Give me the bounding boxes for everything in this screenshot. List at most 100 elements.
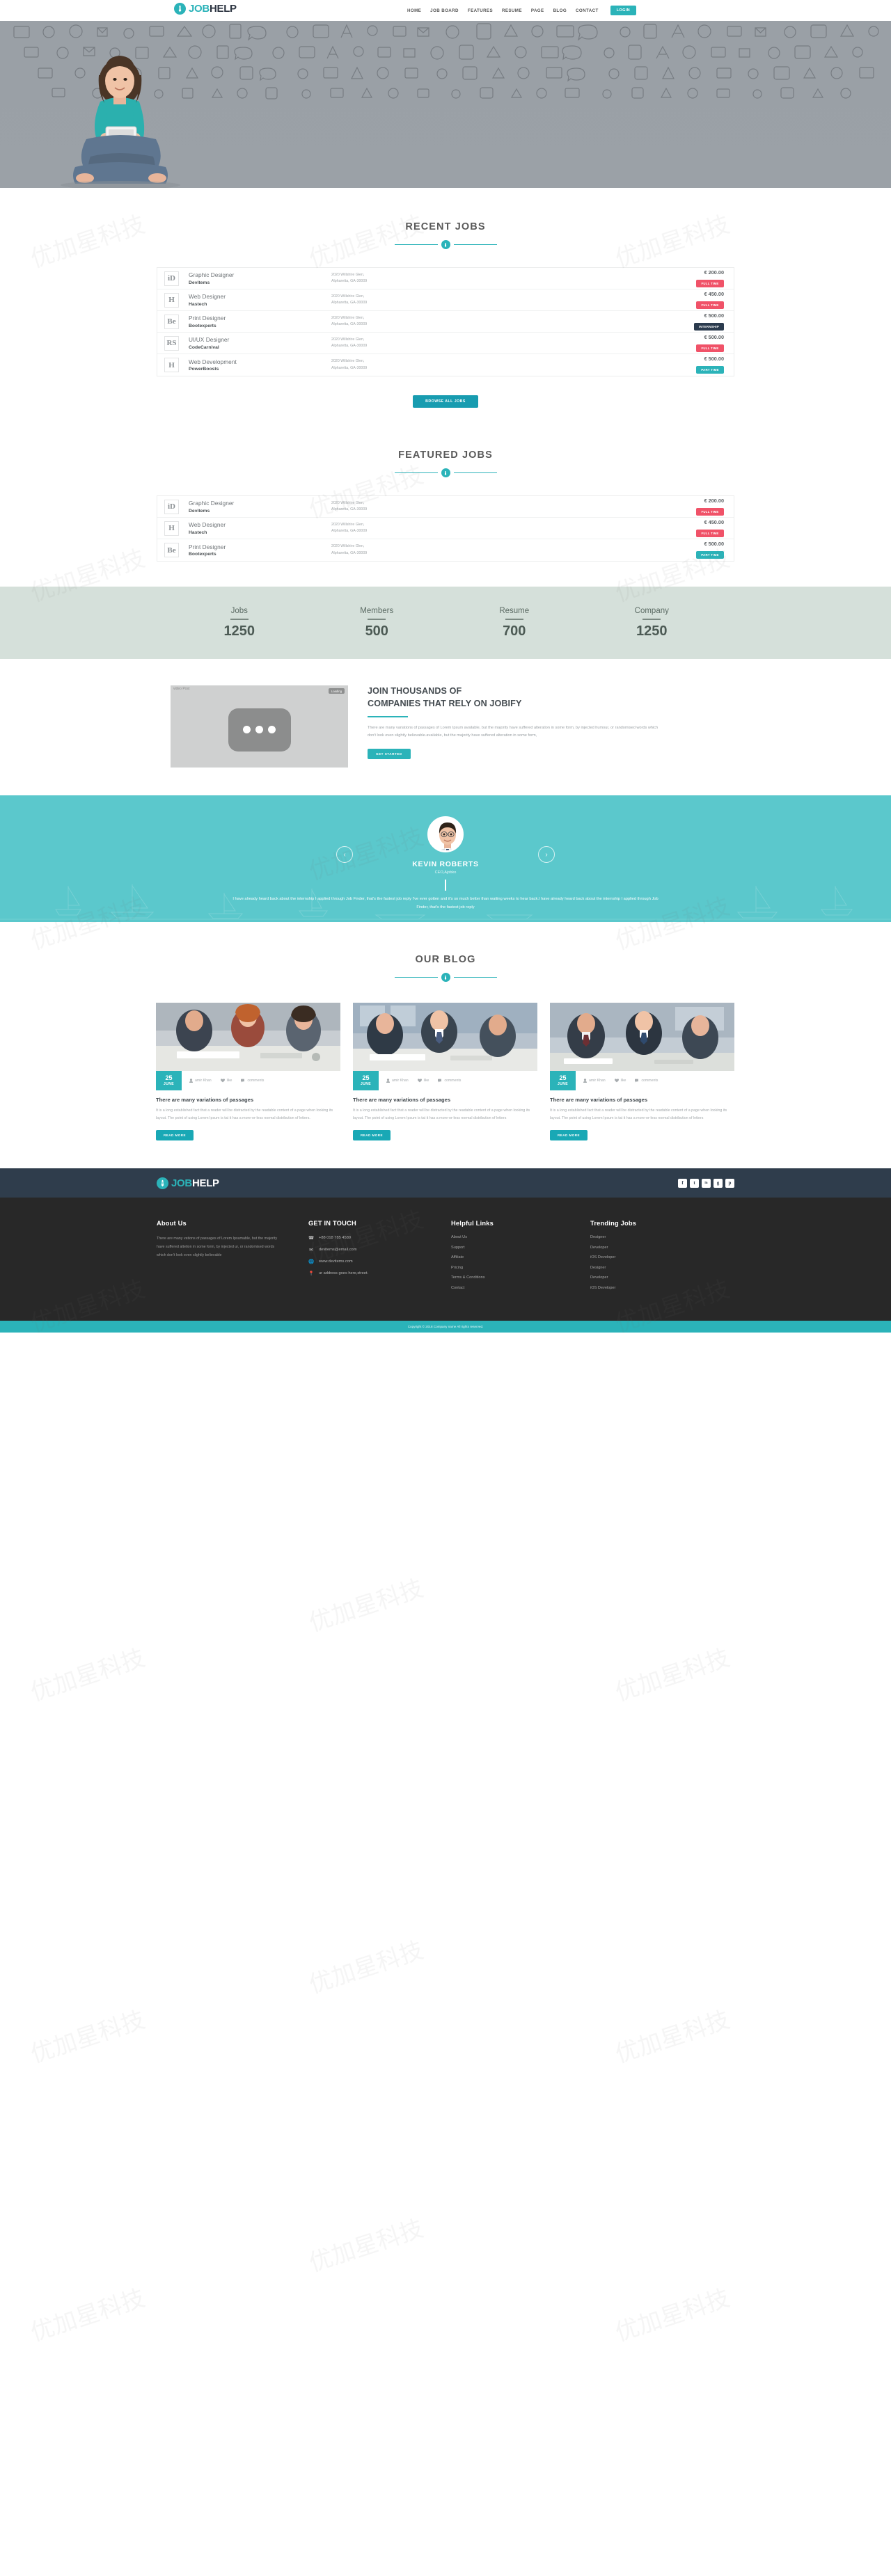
facebook-icon[interactable]: f <box>678 1178 687 1188</box>
job-row[interactable]: Be Print Designer Bootexperts 2020 Wills… <box>157 539 734 561</box>
trending-job-designer-2[interactable]: Designer <box>590 1266 723 1270</box>
blog-post-title[interactable]: There are many variations of passages <box>353 1097 537 1103</box>
play-dot <box>268 726 276 734</box>
trending-job-ios-developer-2[interactable]: iOS Developer <box>590 1286 723 1290</box>
hero-person-image <box>61 56 180 188</box>
job-row[interactable]: Be Print Designer Bootexperts 2020 Wills… <box>157 311 734 333</box>
watermark: 优加星科技 <box>27 2284 149 2348</box>
blog-post-grid: 25 JUNE amir Khan like comments There ar… <box>156 1003 735 1141</box>
pinterest-icon[interactable]: p <box>725 1178 734 1188</box>
divider-line-right <box>453 244 497 246</box>
twitter-icon[interactable]: t <box>690 1178 699 1188</box>
trending-job-designer-1[interactable]: Designer <box>590 1235 723 1239</box>
blog-post-meta: 25 JUNE amir Khan like comments <box>550 1071 734 1090</box>
blog-post-title[interactable]: There are many variations of passages <box>156 1097 340 1103</box>
job-title[interactable]: Web Designer <box>189 521 331 528</box>
logo-text-primary: JOB <box>189 3 210 15</box>
read-more-button[interactable]: READ MORE <box>156 1130 194 1141</box>
blog-likes[interactable]: like <box>417 1079 429 1083</box>
copyright-bar: Copyright © 2018 Company name All rights… <box>0 1321 891 1333</box>
nav-item-page[interactable]: PAGE <box>531 8 544 13</box>
play-dot <box>243 726 251 734</box>
blog-thumbnail-image[interactable] <box>550 1003 734 1071</box>
chevron-right-icon: › <box>545 850 548 859</box>
blog-likes[interactable]: like <box>614 1079 626 1083</box>
helpful-link-affiliate[interactable]: Affiliate <box>451 1255 590 1259</box>
read-more-button[interactable]: READ MORE <box>353 1130 391 1141</box>
stat-jobs: Jobs 1250 <box>171 607 308 639</box>
job-type-badge: PART TIME <box>696 366 724 374</box>
job-title[interactable]: Print Designer <box>189 543 331 550</box>
linkedin-icon[interactable]: in <box>702 1178 711 1188</box>
nav-item-contact[interactable]: CONTACT <box>576 8 599 13</box>
company-logo-icon: Be <box>164 543 179 557</box>
play-button-icon[interactable] <box>228 708 291 752</box>
job-company: Hastech <box>189 301 207 307</box>
job-title[interactable]: Graphic Designer <box>189 271 331 278</box>
testimonial-prev-button[interactable]: ‹ <box>336 846 353 863</box>
blog-thumbnail-image[interactable] <box>156 1003 340 1071</box>
stat-underline <box>368 618 386 620</box>
blog-thumbnail-image[interactable] <box>353 1003 537 1071</box>
helpful-link-support[interactable]: Support <box>451 1246 590 1250</box>
nav-item-home[interactable]: HOME <box>407 8 421 13</box>
blog-comments[interactable]: comments <box>635 1079 658 1083</box>
nav-item-features[interactable]: FEATURES <box>468 8 493 13</box>
job-row[interactable]: H Web Development PowerBoosts 2020 Wills… <box>157 354 734 376</box>
contact-website[interactable]: 🌐 www.devitems.com <box>308 1259 451 1264</box>
job-title[interactable]: Web Designer <box>189 293 331 300</box>
job-type-badge: FULL TIME <box>696 344 724 352</box>
job-type-badge: INTERNSHIP <box>693 322 724 331</box>
video-player[interactable]: video Post Loading <box>171 685 348 768</box>
trending-job-developer-1[interactable]: Developer <box>590 1246 723 1250</box>
blog-date-month: JUNE <box>361 1082 371 1086</box>
nav-item-resume[interactable]: RESUME <box>502 8 522 13</box>
trending-job-ios-developer-1[interactable]: iOS Developer <box>590 1255 723 1259</box>
job-title[interactable]: Print Designer <box>189 315 331 321</box>
contact-phone[interactable]: ☎ +88 018 785 4589 <box>308 1235 451 1241</box>
job-title[interactable]: Web Development <box>189 358 331 365</box>
job-row[interactable]: H Web Designer Hastech 2020 Willshire Gl… <box>157 289 734 311</box>
get-started-button[interactable]: GET STARTED <box>368 748 411 759</box>
job-title[interactable]: Graphic Designer <box>189 500 331 507</box>
job-row[interactable]: iD Graphic Designer Devitems 2020 Willsh… <box>157 268 734 289</box>
trending-job-developer-2[interactable]: Developer <box>590 1275 723 1280</box>
stat-value: 700 <box>503 623 526 639</box>
job-row[interactable]: iD Graphic Designer Devitems 2020 Willsh… <box>157 496 734 518</box>
blog-post-title[interactable]: There are many variations of passages <box>550 1097 734 1103</box>
divider-line-left <box>394 472 438 474</box>
job-row[interactable]: RS UI/UX Designer CodeCarnival 2020 Will… <box>157 333 734 354</box>
helpful-link-pricing[interactable]: Pricing <box>451 1266 590 1270</box>
login-button[interactable]: LOGIN <box>610 6 637 15</box>
site-logo[interactable]: JOBHELP <box>174 3 237 15</box>
blog-comments[interactable]: comments <box>241 1079 264 1083</box>
nav-item-blog[interactable]: BLOG <box>553 8 567 13</box>
cta-heading-line1: JOIN THOUSANDS OF <box>368 686 462 696</box>
blog-likes[interactable]: like <box>220 1079 232 1083</box>
helpful-link-about-us[interactable]: About Us <box>451 1235 590 1239</box>
browse-all-jobs-button[interactable]: BROWSE ALL JOBS <box>413 395 478 408</box>
watermark: 优加星科技 <box>612 1644 734 1708</box>
job-company: Bootexperts <box>189 552 216 557</box>
testimonial-next-button[interactable]: › <box>538 846 555 863</box>
footer-logo[interactable]: JOBHELP <box>157 1177 219 1189</box>
blog-post-card: 25 JUNE amir Khan like comments There ar… <box>156 1003 340 1141</box>
blog-comments[interactable]: comments <box>438 1079 461 1083</box>
tie-icon <box>441 240 450 249</box>
google-plus-icon[interactable]: g <box>713 1178 723 1188</box>
footer-trending-heading: Trending Jobs <box>590 1220 637 1227</box>
job-company: Devitems <box>189 280 210 285</box>
blog-author: amir Khan <box>386 1079 409 1083</box>
job-address-line1: 2020 Willshire Glen, <box>331 337 365 342</box>
nav-item-job-board[interactable]: JOB BOARD <box>430 8 459 13</box>
job-salary: € 500.00 <box>704 312 724 319</box>
contact-email[interactable]: ✉ devitems@email.com <box>308 1247 451 1253</box>
stat-label: Members <box>360 606 394 615</box>
helpful-link-terms[interactable]: Terms & Conditions <box>451 1275 590 1280</box>
helpful-link-contact[interactable]: Contact <box>451 1286 590 1290</box>
job-salary: € 500.00 <box>704 333 724 340</box>
job-row[interactable]: H Web Designer Hastech 2020 Willshire Gl… <box>157 518 734 539</box>
job-title[interactable]: UI/UX Designer <box>189 336 331 343</box>
footer-top-bar: JOBHELP f t in g p <box>0 1168 891 1198</box>
read-more-button[interactable]: READ MORE <box>550 1130 588 1141</box>
